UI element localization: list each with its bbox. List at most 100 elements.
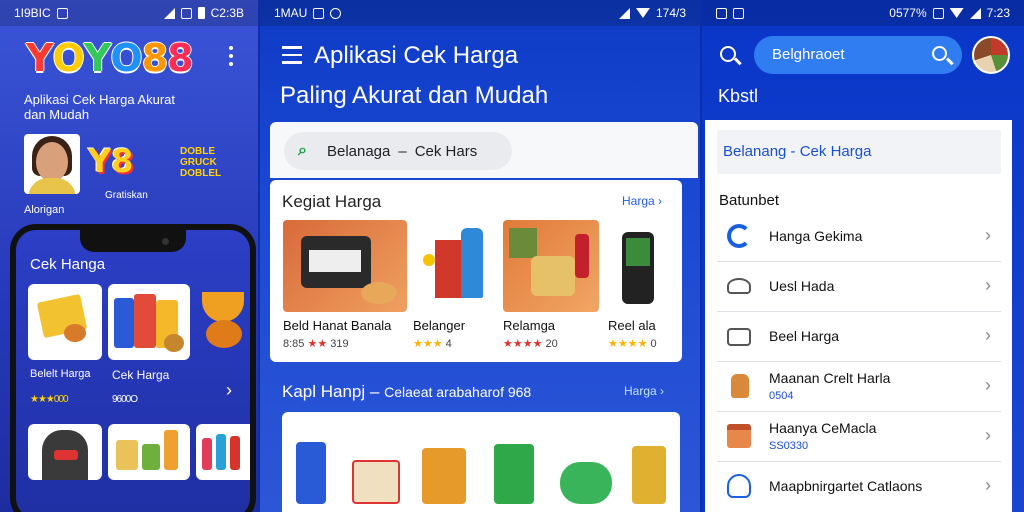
tagline: Aplikasi Cek Harga Akurat dan Mudah: [24, 92, 176, 122]
logo-letter: O: [110, 36, 142, 80]
product-thumb[interactable]: [494, 444, 534, 504]
list-header: Belanang - Cek Harga: [717, 130, 1001, 174]
wifi-icon: [635, 8, 650, 18]
section-title: Kegiat Harga: [282, 192, 382, 211]
battery-icon: [197, 7, 205, 19]
product-card[interactable]: [196, 424, 250, 480]
page-title: Aplikasi Cek Harga: [314, 42, 519, 69]
product-thumb[interactable]: [560, 462, 612, 504]
refresh-icon: [727, 224, 751, 248]
wallet-icon: [727, 328, 751, 346]
list-item[interactable]: Maanan Crelt Harla 0504 ›: [717, 362, 1001, 412]
category-title: Batunbet: [719, 192, 780, 209]
list-item-label: Uesl Hada: [769, 278, 835, 294]
signal-icon: [618, 7, 630, 19]
product-name: Reel ala: [608, 318, 656, 333]
shop-icon: [727, 424, 751, 448]
promo-subtext: Gratiskan: [105, 190, 148, 201]
notification-icon: [56, 7, 68, 19]
product-card[interactable]: [108, 284, 190, 360]
avatar-caption: Alorigan: [24, 204, 65, 216]
chevron-right-icon: ›: [985, 275, 991, 295]
list-item-subtext: 0504: [769, 390, 794, 402]
logo-letter: O: [52, 36, 85, 80]
sync-icon: [330, 7, 342, 19]
list-item[interactable]: Haanya CeMacla SS0330 ›: [717, 412, 1001, 462]
product-thumb[interactable]: [632, 446, 666, 504]
search-prefix: Belanaga: [326, 142, 391, 160]
status-left-text: 1MAU: [274, 6, 308, 20]
avatar[interactable]: [24, 134, 80, 194]
more-menu-icon[interactable]: [229, 46, 233, 66]
logo-letter: Y: [83, 36, 112, 80]
product-rating: ★★★000: [30, 394, 69, 405]
logo-letter: 8: [167, 36, 193, 80]
section-title: Kapl Hanpj – Celaeat arabaharof 968: [282, 382, 532, 401]
menu-list: Belanang - Cek Harga Batunbet Hanga Geki…: [702, 120, 1012, 512]
phone-header: Cek Hanga: [30, 256, 106, 273]
wifi-icon: [949, 8, 964, 18]
list-item[interactable]: Hanga Gekima ›: [717, 212, 1001, 262]
chevron-right-icon[interactable]: ›: [226, 380, 232, 401]
list-item[interactable]: Uesl Hada ›: [717, 262, 1001, 312]
sim-icon: [180, 7, 192, 19]
signal-icon: [969, 7, 981, 19]
page-subtitle: Paling Akurat dan Mudah: [280, 82, 549, 109]
search-suffix: Cek Hars: [414, 142, 478, 160]
list-item-label: Maapbnirgartet Catlaons: [769, 478, 923, 494]
list-item-label: Beel Harga: [769, 328, 840, 344]
section-link[interactable]: Harga ›: [622, 194, 662, 208]
chevron-right-icon: ›: [985, 325, 991, 345]
list-item[interactable]: Maapbnirgartet Catlaons ›: [717, 462, 1001, 512]
product-label: Cek Harga: [112, 368, 170, 382]
status-battery: 174/3: [655, 6, 686, 20]
status-left-text: 1I9BIC: [14, 6, 51, 20]
search-value: Belghraoet: [772, 46, 845, 63]
search-card: ⌕ Belanaga – Cek Hars: [270, 122, 698, 178]
bags-card: [282, 412, 680, 512]
list-item-label: Maanan Crelt Harla: [769, 370, 891, 386]
y8-logo: Y8: [88, 142, 134, 180]
logo-letter: Y: [26, 36, 54, 80]
product-thumb[interactable]: [352, 460, 400, 504]
bottle-icon: [731, 374, 749, 398]
section-link[interactable]: Harga ›: [624, 384, 664, 398]
phone-mockup: Cek Hanga Belelt Harga ★★★000 Cek Harga …: [10, 224, 256, 512]
phone-notch: [80, 230, 186, 252]
chevron-right-icon: ›: [985, 225, 991, 245]
search-input[interactable]: Belghraoet: [754, 36, 962, 74]
phone-screen: Cek Hanga Belelt Harga ★★★000 Cek Harga …: [16, 230, 250, 512]
status-bar: 1I9BIC C2:3B: [0, 0, 258, 26]
avatar[interactable]: [972, 36, 1010, 74]
product-rating: 8:85 ★★ 319: [283, 338, 349, 350]
person-icon: [727, 474, 751, 498]
search-separator: –: [398, 142, 407, 160]
product-item[interactable]: Reel ala ★★★★ 0: [608, 220, 672, 350]
signal-icon: [163, 7, 175, 19]
product-thumb[interactable]: [296, 442, 326, 504]
product-item[interactable]: Beld Hanat Banala 8:85 ★★ 319: [283, 220, 407, 350]
list-item[interactable]: Beel Harga ›: [717, 312, 1001, 362]
product-card[interactable]: [28, 284, 102, 360]
search-input[interactable]: ⌕ Belanaga – Cek Hars: [284, 132, 512, 170]
sync-icon: [733, 7, 744, 19]
product-card[interactable]: [28, 424, 102, 480]
app-logo: Y O Y O 8 8: [26, 36, 194, 80]
product-card[interactable]: [196, 284, 250, 360]
status-battery: 0577%: [889, 6, 927, 20]
section-label: Kbstl: [718, 86, 759, 106]
sim-icon: [932, 7, 944, 19]
product-card[interactable]: [108, 424, 190, 480]
notification-icon: [313, 7, 325, 19]
notification-icon: [716, 7, 727, 19]
hamburger-menu-icon[interactable]: [282, 46, 302, 64]
promo-text: DOBLE GRUCK DOBLEL: [180, 146, 222, 179]
status-time: C2:3B: [210, 6, 244, 20]
product-thumb[interactable]: [422, 448, 466, 504]
status-time: 7:23: [986, 6, 1010, 20]
right-panel: 0577% 7:23 Belghraoet Kbstl Belanang - Ce…: [702, 0, 1024, 512]
search-icon[interactable]: [720, 46, 736, 62]
price-section-card: Kegiat Harga Harga › Beld Hanat Banala 8…: [270, 180, 682, 362]
search-icon: ⌕: [298, 142, 307, 159]
search-icon[interactable]: [932, 46, 947, 61]
